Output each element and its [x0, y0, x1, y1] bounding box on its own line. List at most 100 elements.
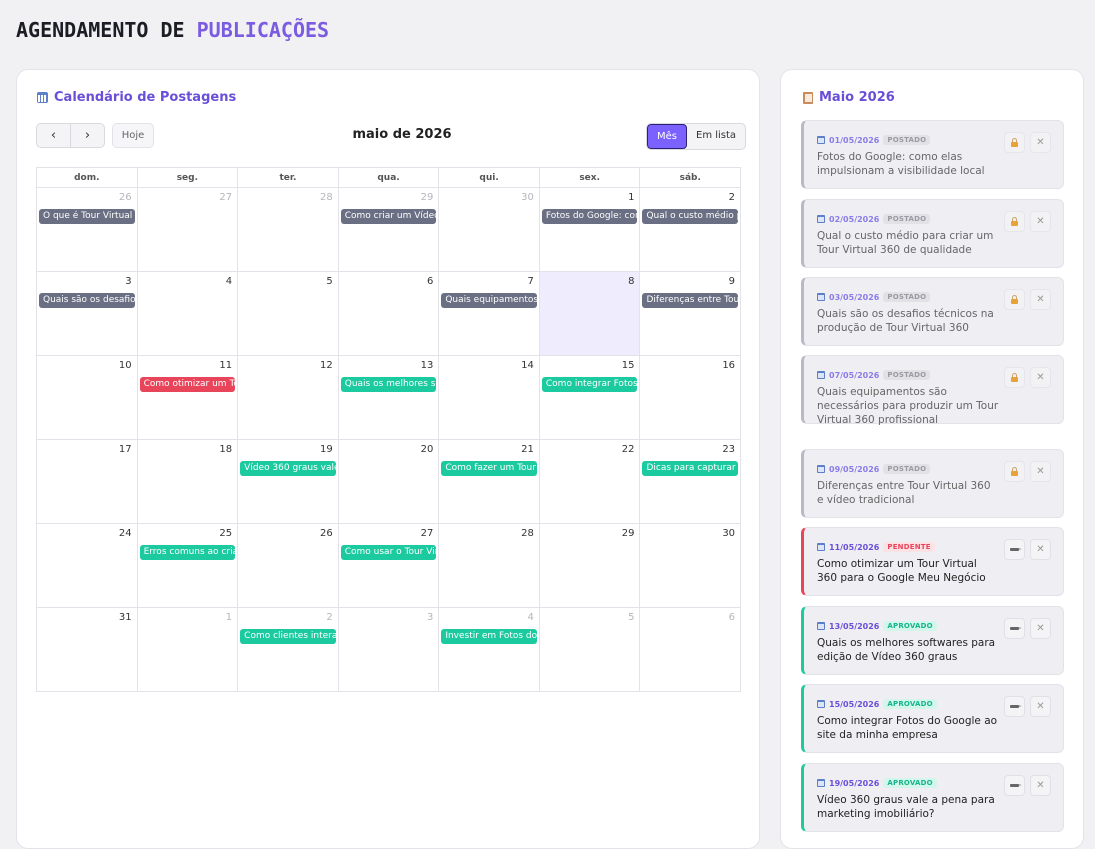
day-cell[interactable]: 26 O que é Tour Virtual 360	[37, 188, 137, 271]
calendar-event[interactable]: Como integrar Fotos do Google	[541, 377, 638, 392]
day-cell[interactable]: 23 Dicas para capturar fotos	[639, 440, 740, 523]
edit-button[interactable]	[1004, 775, 1025, 796]
day-cell[interactable]: 6	[639, 608, 740, 691]
today-button[interactable]: Hoje	[112, 123, 154, 148]
post-item[interactable]: 11/05/2026 PENDENTE Como otimizar um Tour …	[801, 527, 1064, 596]
day-cell[interactable]: 4	[136, 272, 238, 355]
delete-button[interactable]: ✕	[1030, 132, 1051, 153]
post-item[interactable]: 19/05/2026 APROVADO Vídeo 360 graus vale a…	[801, 763, 1064, 832]
delete-button[interactable]: ✕	[1030, 461, 1051, 482]
day-cell[interactable]: 5	[538, 608, 640, 691]
day-cell[interactable]: 28	[237, 188, 338, 271]
day-cell[interactable]: 17	[37, 440, 137, 523]
day-cell[interactable]: 16	[639, 356, 740, 439]
calendar-event[interactable]: Qual o custo médio para	[642, 209, 739, 224]
calendar-icon	[817, 622, 825, 630]
delete-button[interactable]: ✕	[1030, 539, 1051, 560]
lock-button[interactable]	[1004, 289, 1025, 310]
post-item[interactable]: 03/05/2026 POSTADO Quais são os desafios t…	[801, 277, 1064, 346]
calendar-event[interactable]: O que é Tour Virtual 360	[39, 209, 135, 224]
calendar-event[interactable]: Vídeo 360 graus vale a pena	[240, 461, 336, 476]
day-number: 28	[320, 192, 333, 203]
day-cell[interactable]: 1 Fotos do Google: como elas	[538, 188, 640, 271]
day-cell[interactable]: 5	[237, 272, 338, 355]
day-cell[interactable]: 19 Vídeo 360 graus vale a pena	[237, 440, 338, 523]
edit-button[interactable]	[1004, 696, 1025, 717]
day-cell[interactable]: 18	[136, 440, 238, 523]
post-item[interactable]: 13/05/2026 APROVADO Quais os melhores soft…	[801, 606, 1064, 675]
calendar-event[interactable]: Como clientes interagem	[240, 629, 336, 644]
calendar-event[interactable]: Quais os melhores softwares	[340, 377, 437, 392]
day-cell[interactable]: 10	[37, 356, 137, 439]
day-cell[interactable]: 31	[37, 608, 137, 691]
day-number: 20	[420, 444, 434, 455]
lock-button[interactable]	[1004, 211, 1025, 232]
chevron-right-icon: ›	[84, 128, 91, 143]
calendar-event[interactable]: Dicas para capturar fotos	[642, 461, 739, 476]
day-cell[interactable]: 27 Como usar o Tour Virtual	[337, 524, 439, 607]
day-cell[interactable]: 28	[438, 524, 539, 607]
day-cell[interactable]: 8	[538, 272, 640, 355]
status-badge: POSTADO	[883, 214, 931, 224]
day-cell[interactable]: 20	[337, 440, 439, 523]
view-button-list[interactable]: Em lista	[687, 124, 745, 147]
edit-button[interactable]	[1004, 539, 1025, 560]
day-cell[interactable]: 26	[237, 524, 338, 607]
delete-button[interactable]: ✕	[1030, 618, 1051, 639]
view-button-month[interactable]: Mês	[647, 124, 687, 149]
lock-button[interactable]	[1004, 367, 1025, 388]
day-cell[interactable]: 6	[337, 272, 439, 355]
day-number: 21	[521, 444, 534, 455]
lock-button[interactable]	[1004, 461, 1025, 482]
calendar-event[interactable]: Como fazer um Tour Virtual	[441, 461, 537, 476]
day-cell[interactable]: 30	[438, 188, 539, 271]
day-cell[interactable]: 11 Como otimizar um Tour	[136, 356, 238, 439]
calendar-event[interactable]: Como criar um Vídeo 360	[340, 209, 437, 224]
day-cell[interactable]: 12	[237, 356, 338, 439]
day-cell[interactable]: 30	[639, 524, 740, 607]
day-cell[interactable]: 29	[538, 524, 640, 607]
calendar-event[interactable]: Fotos do Google: como elas	[541, 209, 638, 224]
day-cell[interactable]: 14	[438, 356, 539, 439]
next-month-button[interactable]: ›	[70, 124, 104, 147]
delete-button[interactable]: ✕	[1030, 211, 1051, 232]
day-cell[interactable]: 13 Quais os melhores softwares	[337, 356, 439, 439]
day-cell[interactable]: 4 Investir em Fotos do Google	[438, 608, 539, 691]
post-item[interactable]: 01/05/2026 POSTADO Fotos do Google: como e…	[801, 120, 1064, 189]
day-number: 6	[426, 276, 434, 287]
calendar-event[interactable]: Erros comuns ao criar	[139, 545, 236, 560]
day-cell[interactable]: 3 Quais são os desafios técnicos	[37, 272, 137, 355]
day-cell[interactable]: 9 Diferenças entre Tour Virtual	[639, 272, 740, 355]
calendar-event[interactable]: Quais são os desafios técnicos	[39, 293, 135, 308]
post-item[interactable]: 07/05/2026 POSTADO Quais equipamentos são …	[801, 355, 1064, 426]
day-cell[interactable]: 7 Quais equipamentos são	[438, 272, 539, 355]
post-item[interactable]: 02/05/2026 POSTADO Qual o custo médio para…	[801, 199, 1064, 268]
delete-button[interactable]: ✕	[1030, 289, 1051, 310]
delete-button[interactable]: ✕	[1030, 367, 1051, 388]
day-cell[interactable]: 2 Qual o custo médio para	[639, 188, 740, 271]
edit-button[interactable]	[1004, 618, 1025, 639]
day-cell[interactable]: 29 Como criar um Vídeo 360	[337, 188, 439, 271]
day-cell[interactable]: 1	[136, 608, 238, 691]
post-item[interactable]: 15/05/2026 APROVADO Como integrar Fotos do…	[801, 684, 1064, 753]
close-icon: ✕	[1036, 294, 1045, 305]
day-cell[interactable]: 2 Como clientes interagem	[237, 608, 338, 691]
day-cell[interactable]: 15 Como integrar Fotos do Google	[538, 356, 640, 439]
lock-button[interactable]	[1004, 132, 1025, 153]
day-cell[interactable]: 22	[538, 440, 640, 523]
prev-month-button[interactable]: ‹	[37, 124, 70, 147]
calendar-event[interactable]: Investir em Fotos do Google	[441, 629, 537, 644]
delete-button[interactable]: ✕	[1030, 696, 1051, 717]
calendar-event[interactable]: Quais equipamentos são	[441, 293, 537, 308]
calendar-event[interactable]: Diferenças entre Tour Virtual	[642, 293, 739, 308]
day-cell[interactable]: 3	[337, 608, 439, 691]
day-cell[interactable]: 24	[37, 524, 137, 607]
day-cell[interactable]: 21 Como fazer um Tour Virtual	[438, 440, 539, 523]
calendar-event[interactable]: Como otimizar um Tour	[139, 377, 236, 392]
day-cell[interactable]: 25 Erros comuns ao criar	[136, 524, 238, 607]
calendar-event[interactable]: Como usar o Tour Virtual	[340, 545, 437, 560]
delete-button[interactable]: ✕	[1030, 775, 1051, 796]
post-date: 09/05/2026	[829, 464, 880, 474]
post-item[interactable]: 09/05/2026 POSTADO Diferenças entre Tour V…	[801, 449, 1064, 518]
day-cell[interactable]: 27	[136, 188, 238, 271]
